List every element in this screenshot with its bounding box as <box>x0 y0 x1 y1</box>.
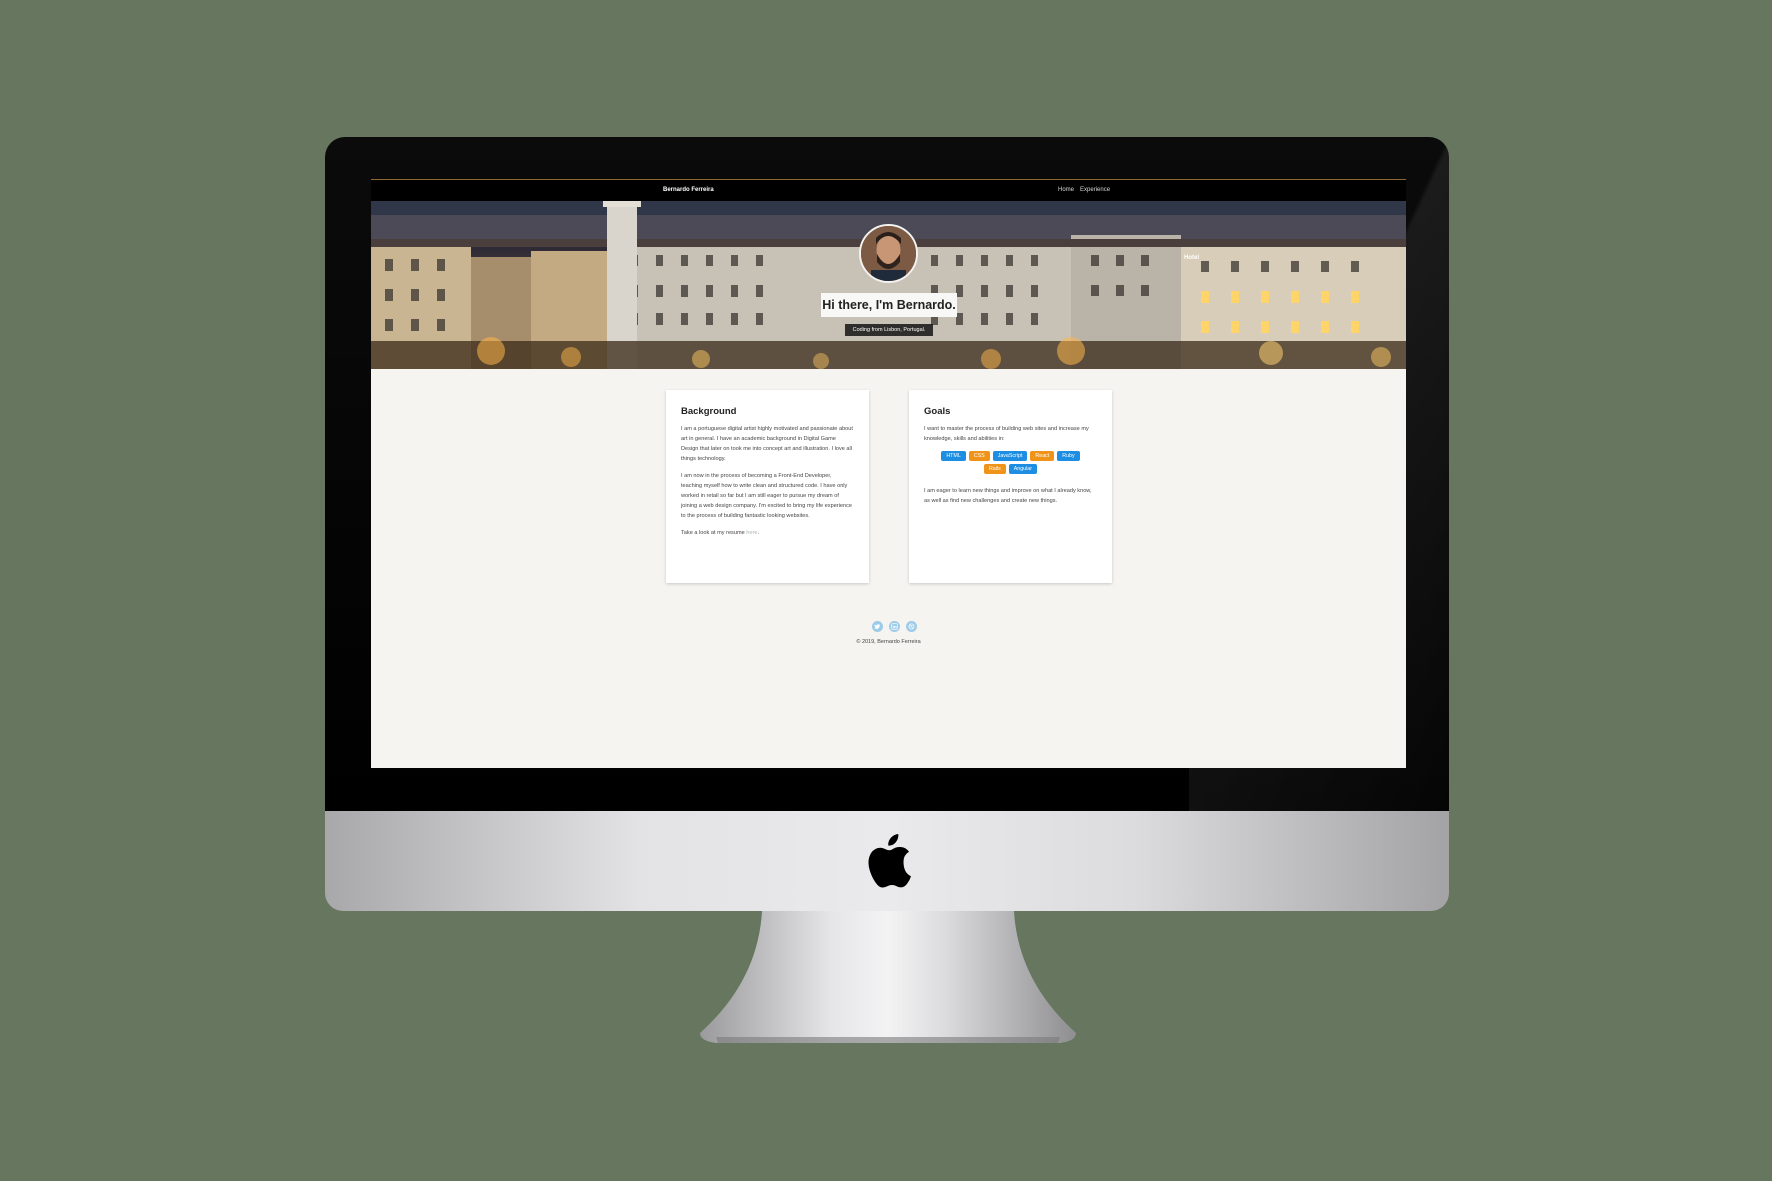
twitter-icon[interactable] <box>872 621 883 632</box>
goals-paragraph-2: I am eager to learn new things and impro… <box>924 488 1092 504</box>
hero-subtitle: Coding from Lisbon, Portugal. <box>845 324 933 336</box>
imac-stand <box>700 911 1076 1043</box>
profile-photo <box>861 226 916 281</box>
hotel-sign: Hotel <box>1184 255 1199 261</box>
goals-card: Goals I want to master the process of bu… <box>909 390 1112 583</box>
nav-links: Home Experience <box>1058 187 1110 193</box>
dribbble-icon[interactable] <box>906 621 917 632</box>
background-paragraph-2: I am now in the process of becoming a Fr… <box>681 473 853 519</box>
resume-text: Take a look at my resume <box>681 530 747 536</box>
hero-banner: Hotel Hi there, I'm Bernardo. Coding fro… <box>371 201 1406 369</box>
linkedin-icon[interactable] <box>889 621 900 632</box>
goals-heading: Goals <box>924 406 951 417</box>
avatar <box>859 224 918 283</box>
tag-html[interactable]: HTML <box>941 451 966 461</box>
tag-angular[interactable]: Angular <box>1008 464 1038 474</box>
resume-paragraph: Take a look at my resume here. <box>681 528 854 538</box>
tag-css[interactable]: CSS <box>968 451 990 461</box>
tag-react[interactable]: React <box>1030 451 1055 461</box>
skill-tags: HTML CSS JavaScript React Ruby Rails Ang… <box>936 451 1086 474</box>
tag-javascript[interactable]: JavaScript <box>992 451 1028 461</box>
browser-screen: Bernardo Ferreira Home Experience Hotel … <box>371 179 1406 768</box>
goals-paragraph-1: I want to master the process of building… <box>924 426 1089 442</box>
brand-link[interactable]: Bernardo Ferreira <box>663 187 714 193</box>
background-paragraph-1: I am a portuguese digital artist highly … <box>681 426 853 462</box>
navbar: Bernardo Ferreira Home Experience <box>371 179 1406 201</box>
background-heading: Background <box>681 406 737 417</box>
copyright-text: © 2019, Bernardo Ferreira <box>856 639 921 645</box>
apple-logo-icon <box>868 834 911 888</box>
tag-ruby[interactable]: Ruby <box>1057 451 1080 461</box>
hero-title: Hi there, I'm Bernardo. <box>821 293 957 317</box>
nav-home-link[interactable]: Home <box>1058 187 1074 193</box>
tag-rails[interactable]: Rails <box>983 464 1006 474</box>
resume-suffix: . <box>757 530 760 536</box>
background-card: Background I am a portuguese digital art… <box>666 390 869 583</box>
resume-link[interactable]: here <box>746 530 757 536</box>
nav-experience-link[interactable]: Experience <box>1080 187 1110 193</box>
social-links <box>872 621 917 632</box>
